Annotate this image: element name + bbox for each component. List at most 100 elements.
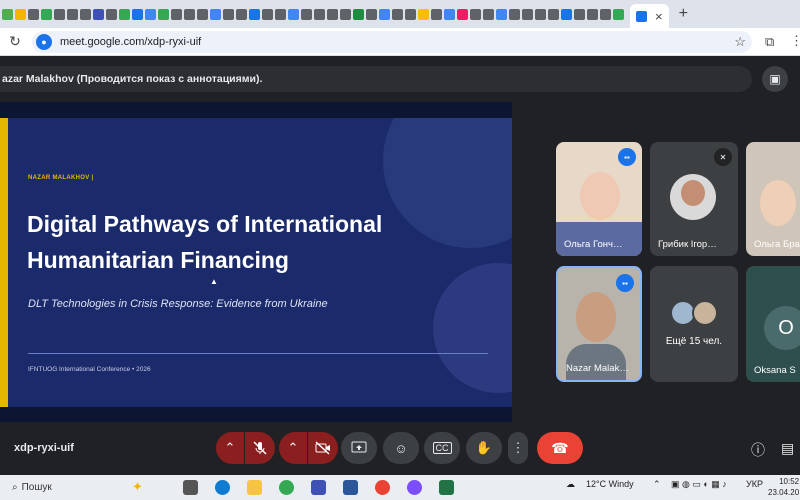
more-options-button[interactable]: ⋮ bbox=[508, 432, 528, 464]
tab-favicon[interactable] bbox=[509, 8, 520, 20]
site-info-icon[interactable]: ● bbox=[36, 34, 52, 50]
viber-icon[interactable] bbox=[407, 480, 422, 495]
mic-options-chevron-icon[interactable]: ⌃ bbox=[216, 432, 244, 464]
tab-favicon[interactable] bbox=[340, 8, 351, 20]
camera-off-button[interactable] bbox=[308, 432, 338, 464]
tab-favicon[interactable] bbox=[93, 8, 104, 20]
present-icon bbox=[351, 441, 367, 453]
tab-favicon[interactable] bbox=[327, 8, 338, 20]
browser-tab-strip: × + bbox=[0, 0, 800, 28]
tab-favicon[interactable] bbox=[613, 8, 624, 20]
camera-options-chevron-icon[interactable]: ⌃ bbox=[279, 432, 307, 464]
save-app-icon[interactable] bbox=[311, 480, 326, 495]
tab-favicon[interactable] bbox=[483, 8, 494, 20]
tab-favicon[interactable] bbox=[496, 8, 507, 20]
tab-favicon[interactable] bbox=[431, 8, 442, 20]
tab-favicon[interactable] bbox=[132, 8, 143, 20]
tab-favicon[interactable] bbox=[67, 8, 78, 20]
tab-favicon[interactable] bbox=[392, 8, 403, 20]
tab-favicon[interactable] bbox=[288, 8, 299, 20]
tab-favicon[interactable] bbox=[158, 8, 169, 20]
tab-favicon[interactable] bbox=[405, 8, 416, 20]
participant-tile[interactable]: ✕ Грибик Ігор… bbox=[650, 142, 738, 256]
tab-favicon[interactable] bbox=[587, 8, 598, 20]
word-icon[interactable] bbox=[343, 480, 358, 495]
excel-icon[interactable] bbox=[439, 480, 454, 495]
bookmark-star-icon[interactable]: ☆ bbox=[734, 34, 746, 50]
presenter-notice-text: azar Malakhov (Проводится показ с аннота… bbox=[2, 73, 263, 85]
tab-favicon[interactable] bbox=[444, 8, 455, 20]
present-screen-button[interactable] bbox=[341, 432, 377, 464]
tray-chevron-icon[interactable]: ⌃ bbox=[653, 479, 661, 490]
tab-favicon[interactable] bbox=[418, 8, 429, 20]
tab-favicon[interactable] bbox=[210, 8, 221, 20]
chrome-icon[interactable] bbox=[279, 480, 294, 495]
participant-tile[interactable]: ▪▪ Ольга Гонч… bbox=[556, 142, 642, 256]
tab-favicon[interactable] bbox=[15, 8, 26, 20]
tab-favicon[interactable] bbox=[262, 8, 273, 20]
tab-favicon[interactable] bbox=[80, 8, 91, 20]
tab-favicon[interactable] bbox=[54, 8, 65, 20]
slide-divider bbox=[28, 353, 488, 354]
tab-favicon[interactable] bbox=[457, 8, 468, 20]
meet-favicon-icon bbox=[636, 10, 647, 22]
tab-favicon[interactable] bbox=[600, 8, 611, 20]
chat-icon[interactable]: ▤ bbox=[781, 440, 794, 457]
participant-tile[interactable]: Ольга Бра bbox=[746, 142, 800, 256]
tab-favicon[interactable] bbox=[236, 8, 247, 20]
tab-favicon[interactable] bbox=[41, 8, 52, 20]
tab-favicon[interactable] bbox=[145, 8, 156, 20]
hand-icon: ✋ bbox=[475, 440, 493, 455]
tab-favicon[interactable] bbox=[119, 8, 130, 20]
mic-muted-button[interactable] bbox=[245, 432, 275, 464]
tab-favicon[interactable] bbox=[522, 8, 533, 20]
speaking-indicator-icon: ▪▪ bbox=[616, 274, 634, 292]
active-tab[interactable]: × bbox=[630, 4, 669, 28]
extensions-icon[interactable]: ⧉ bbox=[765, 34, 774, 50]
participant-tile[interactable]: ▪▪ Nazar Malak… bbox=[556, 266, 642, 382]
more-participants-tile[interactable]: Ещё 15 чел. bbox=[650, 266, 738, 382]
tab-favicon[interactable] bbox=[366, 8, 377, 20]
tab-favicon[interactable] bbox=[223, 8, 234, 20]
file-explorer-icon[interactable] bbox=[247, 480, 262, 495]
browser-menu-icon[interactable]: ⋮ bbox=[790, 33, 800, 49]
participant-tile[interactable]: O Oksana S bbox=[746, 266, 800, 382]
tab-favicon[interactable] bbox=[314, 8, 325, 20]
omnibox[interactable]: ● meet.google.com/xdp-ryxi-uif ☆ bbox=[32, 31, 752, 53]
close-tab-icon[interactable]: × bbox=[655, 9, 663, 24]
edge-icon[interactable] bbox=[215, 480, 230, 495]
chrome-profile-icon[interactable] bbox=[375, 480, 390, 495]
url-text[interactable]: meet.google.com/xdp-ryxi-uif bbox=[60, 36, 201, 48]
new-tab-button[interactable]: + bbox=[679, 5, 688, 23]
tab-favicon[interactable] bbox=[106, 8, 117, 20]
tab-favicon[interactable] bbox=[184, 8, 195, 20]
tab-favicon[interactable] bbox=[574, 8, 585, 20]
tab-favicon[interactable] bbox=[353, 8, 364, 20]
tab-favicon[interactable] bbox=[561, 8, 572, 20]
tray-icons[interactable]: ▣ ◍ ▭ ◐ ▦ ♪ bbox=[671, 479, 727, 490]
tab-favicon[interactable] bbox=[197, 8, 208, 20]
language-indicator[interactable]: УКР bbox=[746, 479, 763, 489]
search-label: Пошук bbox=[21, 482, 52, 493]
tab-favicon[interactable] bbox=[379, 8, 390, 20]
reload-icon[interactable]: ↻ bbox=[6, 33, 24, 50]
tab-favicon[interactable] bbox=[301, 8, 312, 20]
emoji-reaction-button[interactable]: ☺ bbox=[383, 432, 419, 464]
tab-favicon[interactable] bbox=[171, 8, 182, 20]
tab-favicon[interactable] bbox=[275, 8, 286, 20]
tab-favicon[interactable] bbox=[28, 8, 39, 20]
tab-favicon[interactable] bbox=[249, 8, 260, 20]
tab-favicon[interactable] bbox=[470, 8, 481, 20]
tab-favicon[interactable] bbox=[548, 8, 559, 20]
clock[interactable]: 10:52 23.04.20 bbox=[768, 476, 799, 498]
meeting-info-icon[interactable]: ⓘ bbox=[751, 440, 765, 460]
hide-presentation-icon[interactable]: ▣ bbox=[762, 66, 788, 92]
weather-text[interactable]: 12°C Windy bbox=[586, 479, 634, 489]
tab-favicon[interactable] bbox=[2, 8, 13, 20]
task-view-icon[interactable] bbox=[183, 480, 198, 495]
taskbar-search[interactable]: ⌕ Пошук ✦ bbox=[0, 475, 168, 500]
raise-hand-button[interactable]: ✋ bbox=[466, 432, 502, 464]
captions-button[interactable]: CC bbox=[424, 432, 460, 464]
tab-favicon[interactable] bbox=[535, 8, 546, 20]
leave-call-button[interactable]: ☎ bbox=[537, 432, 583, 464]
